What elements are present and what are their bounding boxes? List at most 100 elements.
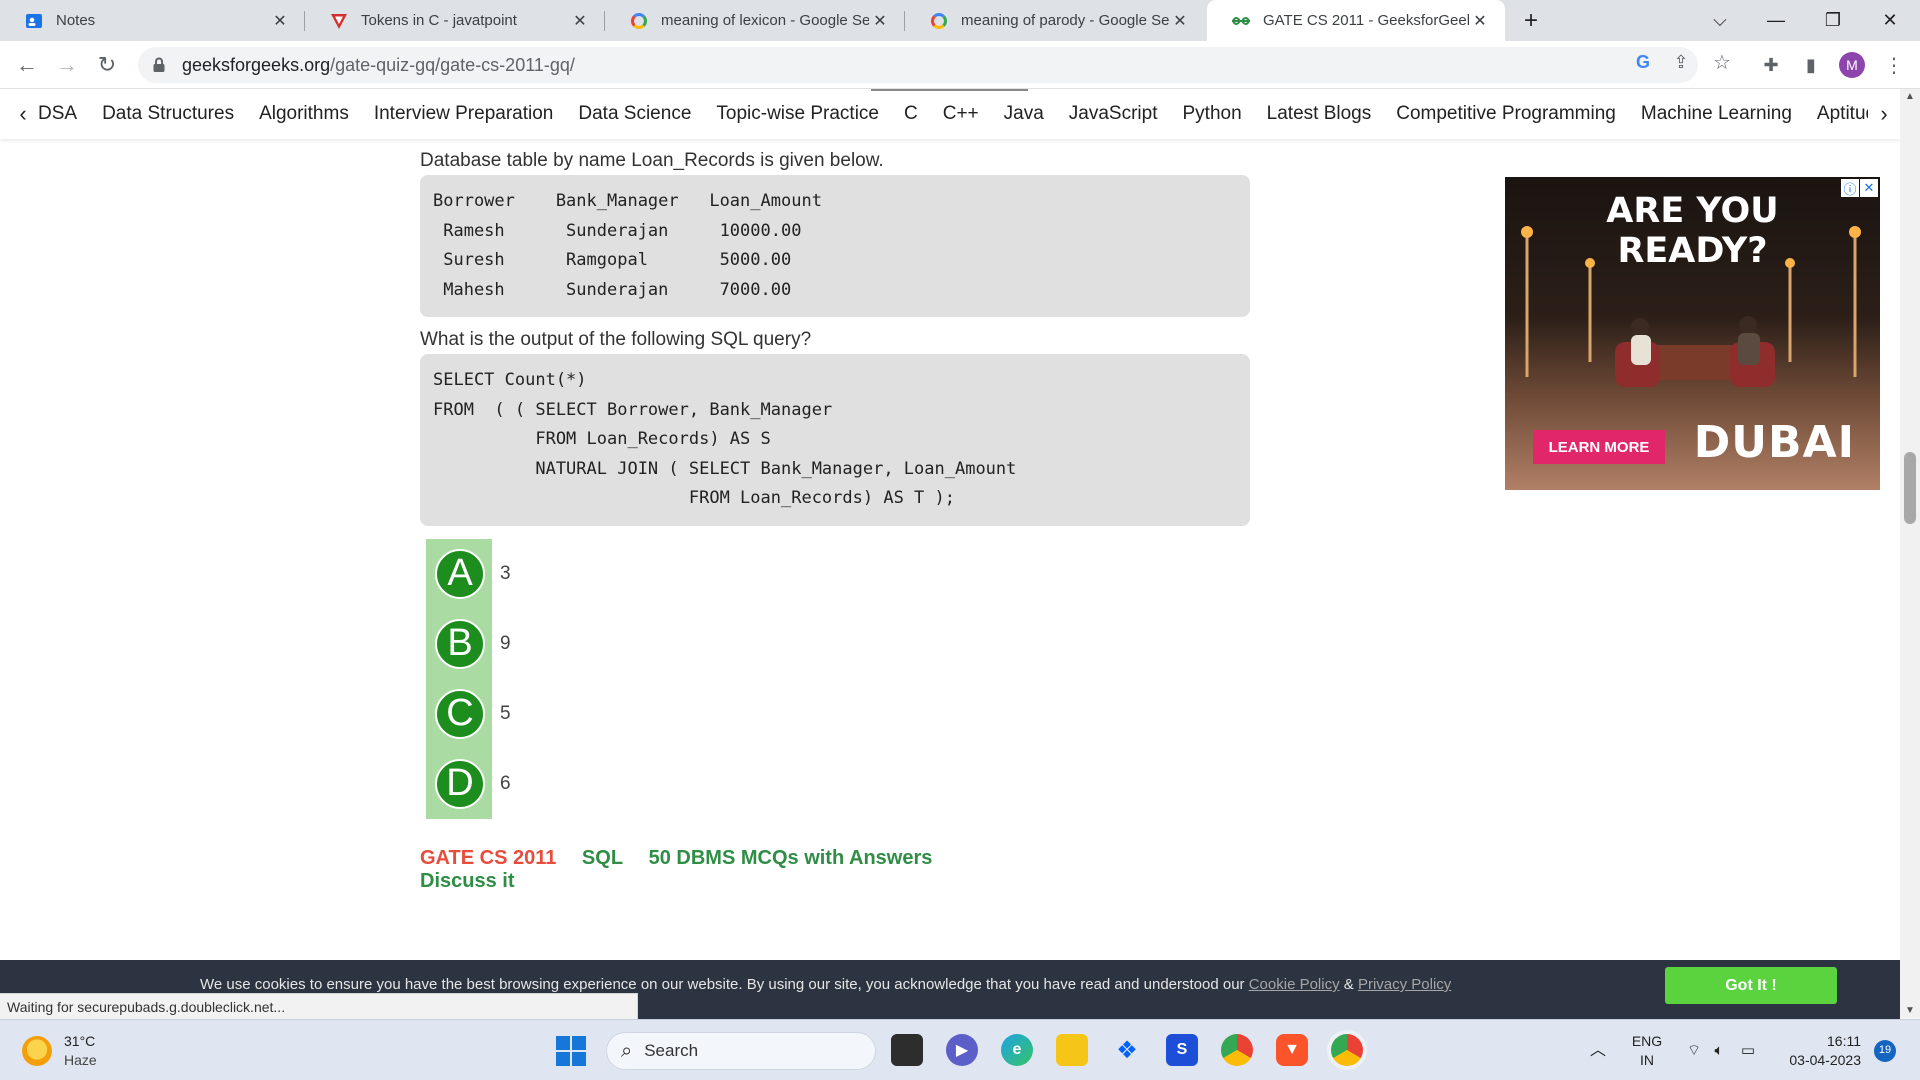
windows-start-icon[interactable] xyxy=(556,1036,586,1066)
task-view-icon[interactable] xyxy=(891,1034,923,1066)
profile-avatar[interactable]: M xyxy=(1836,49,1868,81)
nav-item-dsa[interactable]: DSA xyxy=(38,103,77,125)
avatar: M xyxy=(1839,52,1865,78)
nav-item-competitive-programming[interactable]: Competitive Programming xyxy=(1396,103,1616,125)
chrome-profile-icon[interactable] xyxy=(1331,1034,1363,1066)
share-icon[interactable]: ⇪ xyxy=(1666,47,1696,77)
nav-item-cpp[interactable]: C++ xyxy=(943,103,979,125)
nav-item-c[interactable]: C xyxy=(904,103,918,125)
browser-status-bar: Waiting for securepubads.g.doubleclick.n… xyxy=(0,993,638,1019)
nav-item-data-structures[interactable]: Data Structures xyxy=(102,103,234,125)
tag-sql[interactable]: SQL xyxy=(582,847,623,869)
lock-icon[interactable] xyxy=(152,57,166,73)
nav-item-topic-wise-practice[interactable]: Topic-wise Practice xyxy=(716,103,879,125)
nav-item-aptitude[interactable]: Aptitude xyxy=(1817,103,1868,125)
tab-lexicon-search[interactable]: meaning of lexicon - Google Sear ✕ xyxy=(605,0,905,41)
advertisement[interactable]: ARE YOU READY? LEARN MORE DUBAI ⓘ ✕ xyxy=(1505,177,1880,490)
tab-title: meaning of parody - Google Sear xyxy=(961,12,1169,29)
wifi-icon[interactable]: ⌔ xyxy=(1683,1020,1705,1080)
close-icon[interactable]: ✕ xyxy=(869,10,891,32)
option-letter[interactable]: A xyxy=(435,548,485,599)
close-icon[interactable]: ✕ xyxy=(569,10,591,32)
language-indicator[interactable]: ENG IN xyxy=(1625,1020,1669,1080)
minimize-icon[interactable]: — xyxy=(1748,0,1804,41)
option-a[interactable]: A 3 xyxy=(420,539,511,609)
ad-headline: ARE YOU READY? xyxy=(1606,191,1779,271)
teams-chat-icon[interactable]: ▶ xyxy=(946,1034,978,1066)
adchoices-info-icon[interactable]: ⓘ xyxy=(1841,179,1859,197)
nav-item-java[interactable]: Java xyxy=(1004,103,1044,125)
app-s-icon[interactable]: S xyxy=(1166,1034,1198,1066)
battery-icon[interactable]: ▭ xyxy=(1735,1020,1761,1080)
tray-overflow-chevron-icon[interactable]: ︿ xyxy=(1585,1020,1611,1080)
close-icon[interactable]: ✕ xyxy=(1469,10,1491,32)
kebab-menu-icon[interactable]: ⋮ xyxy=(1878,49,1910,81)
clock[interactable]: 16:11 03-04-2023 xyxy=(1771,1020,1861,1080)
window-close-icon[interactable]: ✕ xyxy=(1862,0,1918,41)
tag-gate-cs-2011[interactable]: GATE CS 2011 xyxy=(420,847,556,869)
side-panel-icon[interactable]: ▮ xyxy=(1795,49,1827,81)
close-icon[interactable]: ✕ xyxy=(1169,10,1191,32)
windows-taskbar: 31°C Haze ⌕ Search ▶ e ❖ S ▼ ︿ ENG IN ⌔ 🔈︎… xyxy=(0,1019,1920,1080)
option-letter[interactable]: C xyxy=(435,688,485,739)
nav-item-interview-preparation[interactable]: Interview Preparation xyxy=(374,103,554,125)
tab-notes[interactable]: Notes ✕ xyxy=(0,0,305,41)
notifications-badge[interactable]: 19 xyxy=(1872,1020,1898,1080)
google-lens-icon[interactable]: G xyxy=(1628,47,1658,77)
nav-item-data-science[interactable]: Data Science xyxy=(578,103,691,125)
nav-active-indicator xyxy=(871,89,1028,91)
scroll-up-arrow-icon[interactable]: ▲ xyxy=(1900,91,1920,102)
edge-browser-icon[interactable]: e xyxy=(1001,1034,1033,1066)
tag-dbms-mcqs[interactable]: 50 DBMS MCQs with Answers xyxy=(649,847,933,869)
option-c[interactable]: C 5 xyxy=(420,679,511,749)
table-code-block: Borrower Bank_Manager Loan_Amount Ramesh… xyxy=(420,175,1250,317)
nav-left-chevron-icon[interactable]: ‹ xyxy=(8,101,38,127)
google-icon xyxy=(929,11,949,31)
back-arrow-icon[interactable]: ← xyxy=(11,49,43,81)
nav-item-latest-blogs[interactable]: Latest Blogs xyxy=(1267,103,1372,125)
forward-arrow-icon[interactable]: → xyxy=(51,49,83,81)
nav-item-algorithms[interactable]: Algorithms xyxy=(259,103,349,125)
tab-gfg-active[interactable]: GATE CS 2011 - GeeksforGeeks ✕ xyxy=(1207,0,1505,41)
new-tab-button[interactable]: + xyxy=(1503,0,1559,41)
tab-title: GATE CS 2011 - GeeksforGeeks xyxy=(1263,12,1469,29)
nav-right-chevron-icon[interactable]: › xyxy=(1868,101,1900,127)
file-explorer-icon[interactable] xyxy=(1056,1034,1088,1066)
scroll-down-arrow-icon[interactable]: ▼ xyxy=(1900,1005,1920,1016)
option-value: 3 xyxy=(500,562,511,584)
taskbar-search[interactable]: ⌕ Search xyxy=(606,1032,876,1070)
tab-search-chevron-icon[interactable]: ⌵ xyxy=(1692,0,1748,41)
volume-icon[interactable]: 🔈︎ xyxy=(1708,1020,1730,1080)
ad-controls: ⓘ ✕ xyxy=(1840,179,1878,197)
close-icon[interactable]: ✕ xyxy=(269,10,291,32)
ad-learn-more-button[interactable]: LEARN MORE xyxy=(1533,430,1665,464)
sun-haze-icon xyxy=(22,1036,52,1066)
nav-item-python[interactable]: Python xyxy=(1183,103,1242,125)
tab-parody-search[interactable]: meaning of parody - Google Sear ✕ xyxy=(905,0,1205,41)
nav-item-machine-learning[interactable]: Machine Learning xyxy=(1641,103,1792,125)
option-d[interactable]: D 6 xyxy=(420,749,511,819)
option-letter[interactable]: D xyxy=(435,758,485,809)
brave-browser-icon[interactable]: ▼ xyxy=(1276,1034,1308,1066)
extensions-puzzle-icon[interactable]: ✚ xyxy=(1755,49,1787,81)
question-intro: Database table by name Loan_Records is g… xyxy=(420,150,884,171)
chrome-icon[interactable] xyxy=(1221,1034,1253,1066)
ad-close-icon[interactable]: ✕ xyxy=(1860,179,1878,197)
cookie-policy-link[interactable]: Cookie Policy xyxy=(1249,976,1340,993)
scrollbar-thumb[interactable] xyxy=(1904,452,1916,524)
weather-widget[interactable]: 31°C Haze xyxy=(22,1032,97,1070)
discuss-link[interactable]: Discuss it xyxy=(420,870,1250,893)
restore-icon[interactable]: ❐ xyxy=(1805,0,1861,41)
tab-javatpoint[interactable]: Tokens in C - javatpoint ✕ xyxy=(305,0,605,41)
page-scrollbar[interactable]: ▲ ▼ xyxy=(1900,89,1920,1018)
privacy-policy-link[interactable]: Privacy Policy xyxy=(1358,976,1451,993)
option-value: 6 xyxy=(500,772,511,794)
reload-icon[interactable]: ↻ xyxy=(91,49,123,81)
nav-item-javascript[interactable]: JavaScript xyxy=(1069,103,1158,125)
bookmark-star-icon[interactable]: ☆ xyxy=(1707,47,1737,77)
dropbox-icon[interactable]: ❖ xyxy=(1111,1034,1143,1066)
option-letter[interactable]: B xyxy=(435,618,485,669)
option-b[interactable]: B 9 xyxy=(420,609,511,679)
cookie-accept-button[interactable]: Got It ! xyxy=(1665,967,1837,1004)
address-bar[interactable]: geeksforgeeks.org/gate-quiz-gq/gate-cs-2… xyxy=(138,47,1698,83)
